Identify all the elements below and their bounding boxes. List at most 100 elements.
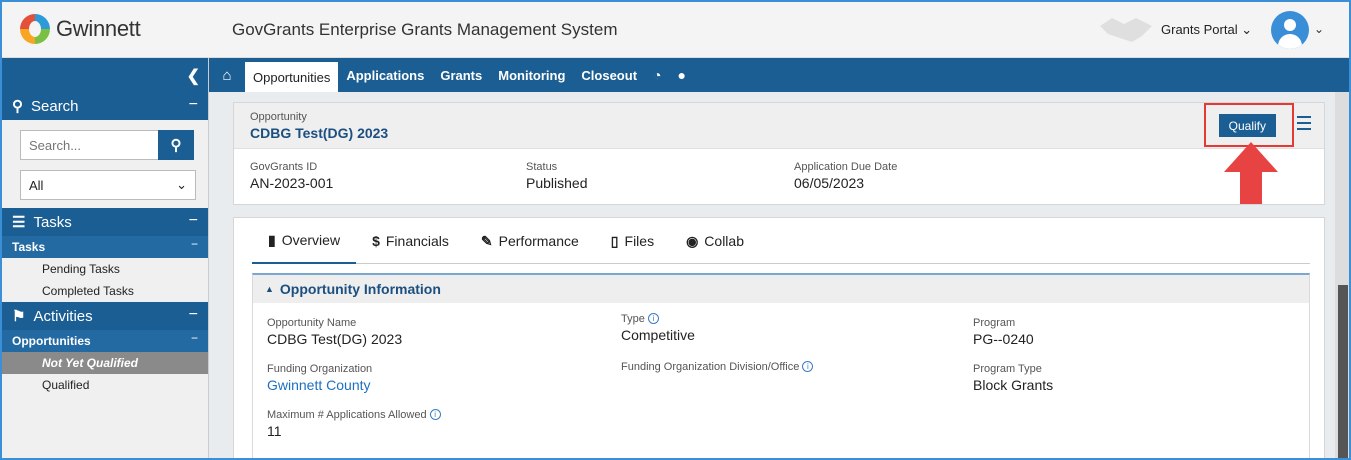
handshake-icon	[1100, 18, 1152, 42]
scrollbar-thumb[interactable]	[1338, 285, 1348, 460]
grants-portal-label: Grants Portal	[1161, 22, 1238, 37]
info-icon[interactable]: i	[647, 313, 659, 324]
tab-applications[interactable]: Applications	[338, 58, 432, 92]
opportunity-information-panel: ▲ Opportunity Information Opportunity Na…	[252, 273, 1310, 460]
opportunity-header-card: Opportunity CDBG Test(DG) 2023 Qualify G…	[233, 102, 1325, 205]
program-type-value: Block Grants	[973, 377, 1054, 393]
sidebar-section-search[interactable]: ⚲ Search −	[0, 92, 208, 120]
due-date-value: 06/05/2023	[794, 175, 865, 191]
status-field: Status Published	[526, 161, 588, 191]
tab-closeout[interactable]: Closeout	[573, 58, 645, 92]
sidebar-item-not-yet-qualified[interactable]: Not Yet Qualified	[0, 352, 208, 374]
search-row: ⚲	[20, 130, 196, 160]
sidebar-item-completed-tasks[interactable]: Completed Tasks	[0, 280, 208, 302]
search-filter-select[interactable]: All ⌄	[20, 170, 196, 200]
due-date-field: Application Due Date 06/05/2023	[794, 161, 897, 191]
sidebar-item-qualified[interactable]: Qualified	[0, 374, 208, 396]
type-label: Type	[621, 313, 645, 325]
chat-icon[interactable]: ●	[670, 67, 694, 83]
sidebar-section-tasks[interactable]: ☰ Tasks −	[0, 208, 208, 236]
logo-text: Gwinnett	[56, 16, 141, 41]
program-value: PG--0240	[973, 331, 1034, 347]
wrench-icon: ✎	[480, 232, 493, 249]
search-icon: ⚲	[12, 98, 23, 115]
program-field: Program PG--0240	[973, 317, 1034, 347]
user-icon-body	[1278, 34, 1302, 49]
opportunity-label: Opportunity	[250, 111, 307, 123]
collapse-icon[interactable]: −	[191, 237, 198, 251]
opportunity-header: Opportunity CDBG Test(DG) 2023 Qualify	[234, 103, 1324, 149]
opportunities-subsection-title: Opportunities	[12, 334, 91, 348]
search-section-title: Search	[31, 97, 79, 115]
app-title: GovGrants Enterprise Grants Management S…	[232, 20, 618, 39]
panel-header[interactable]: ▲ Opportunity Information	[253, 275, 1309, 303]
search-button[interactable]: ⚲	[158, 130, 194, 160]
gwinnett-logo-icon	[20, 14, 50, 44]
info-icon[interactable]: i	[429, 409, 441, 420]
flag-icon: ⚑	[12, 308, 26, 325]
opportunity-name-field: Opportunity Name CDBG Test(DG) 2023	[267, 317, 402, 347]
opportunity-name-value: CDBG Test(DG) 2023	[267, 331, 403, 347]
funding-organization-link[interactable]: Gwinnett County	[267, 377, 372, 393]
status-value: Published	[526, 175, 588, 191]
opportunity-name-label: Opportunity Name	[267, 317, 357, 329]
panel-title: Opportunity Information	[279, 281, 441, 297]
tab-opportunities[interactable]: Opportunities	[245, 62, 339, 92]
caret-up-icon: ▲	[265, 284, 274, 294]
division-office-field: Funding Organization Division/Office i	[621, 361, 814, 373]
home-icon[interactable]: ⌂	[209, 67, 245, 84]
tab-overview-label: Overview	[281, 232, 341, 248]
dollar-icon: $	[372, 233, 380, 249]
tasks-section-title: Tasks	[33, 213, 72, 231]
tab-collab[interactable]: ◉ Collab	[670, 218, 760, 264]
tab-monitoring[interactable]: Monitoring	[490, 58, 573, 92]
grants-portal-dropdown[interactable]: Grants Portal ⌄	[1161, 22, 1252, 38]
chat-bubbles-icon: ◉	[686, 232, 699, 249]
chevron-down-icon[interactable]: ⌄	[1314, 22, 1324, 36]
collapse-icon[interactable]: −	[189, 306, 198, 324]
program-type-field: Program Type Block Grants	[973, 363, 1053, 393]
qualify-button[interactable]: Qualify	[1218, 114, 1276, 137]
pie-chart-icon[interactable]: ◔	[645, 67, 669, 83]
user-avatar[interactable]	[1271, 11, 1309, 49]
vertical-scrollbar[interactable]	[1335, 92, 1351, 460]
funding-organization-field: Funding Organization Gwinnett County	[267, 363, 372, 393]
due-date-label: Application Due Date	[794, 161, 898, 173]
sidebar-section-activities[interactable]: ⚑ Activities −	[0, 302, 208, 330]
collapse-icon[interactable]: −	[189, 96, 198, 114]
chevron-left-icon[interactable]: ❮	[187, 66, 200, 86]
tab-files-label: Files	[624, 233, 655, 249]
tab-files[interactable]: ▯ Files	[595, 218, 670, 264]
hamburger-menu-icon[interactable]	[1297, 116, 1311, 134]
sidebar-subsection-tasks[interactable]: Tasks −	[0, 236, 208, 258]
tab-performance[interactable]: ✎ Performance	[465, 218, 595, 264]
book-icon: ▮	[268, 231, 276, 248]
collapse-icon[interactable]: −	[189, 212, 198, 230]
activities-section-title: Activities	[33, 307, 93, 325]
tab-grants[interactable]: Grants	[432, 58, 490, 92]
max-applications-label: Maximum # Applications Allowed	[267, 409, 427, 421]
collapse-icon[interactable]: −	[191, 331, 198, 345]
max-applications-value: 11	[267, 423, 282, 439]
govgrants-id-field: GovGrants ID AN-2023-001	[250, 161, 333, 191]
file-icon: ▯	[610, 232, 619, 249]
sidebar-collapse-bar: ❮	[0, 58, 208, 92]
govgrants-id-value: AN-2023-001	[250, 175, 334, 191]
govgrants-id-label: GovGrants ID	[250, 161, 318, 173]
max-applications-field: Maximum # Applications Allowed i 11	[267, 409, 441, 439]
sidebar: ❮ ⚲ Search − ⚲ All ⌄ ☰ Tasks − Tasks − P…	[0, 58, 209, 460]
funding-organization-label: Funding Organization	[267, 363, 373, 375]
search-input[interactable]	[20, 130, 158, 160]
chevron-down-icon: ⌄	[1241, 22, 1253, 37]
search-area: ⚲ All ⌄	[0, 120, 208, 208]
tab-financials[interactable]: $ Financials	[356, 218, 465, 264]
gwinnett-logo[interactable]: Gwinnett	[20, 14, 141, 44]
chevron-down-icon: ⌄	[176, 177, 187, 192]
tab-overview[interactable]: ▮ Overview	[252, 218, 357, 264]
search-icon: ⚲	[170, 137, 182, 154]
sidebar-item-pending-tasks[interactable]: Pending Tasks	[0, 258, 208, 280]
sidebar-subsection-opportunities[interactable]: Opportunities −	[0, 330, 208, 352]
detail-tabs: ▮ Overview $ Financials ✎ Performance ▯ …	[252, 218, 1310, 264]
division-office-label: Funding Organization Division/Office	[621, 361, 800, 373]
info-icon[interactable]: i	[802, 361, 814, 372]
